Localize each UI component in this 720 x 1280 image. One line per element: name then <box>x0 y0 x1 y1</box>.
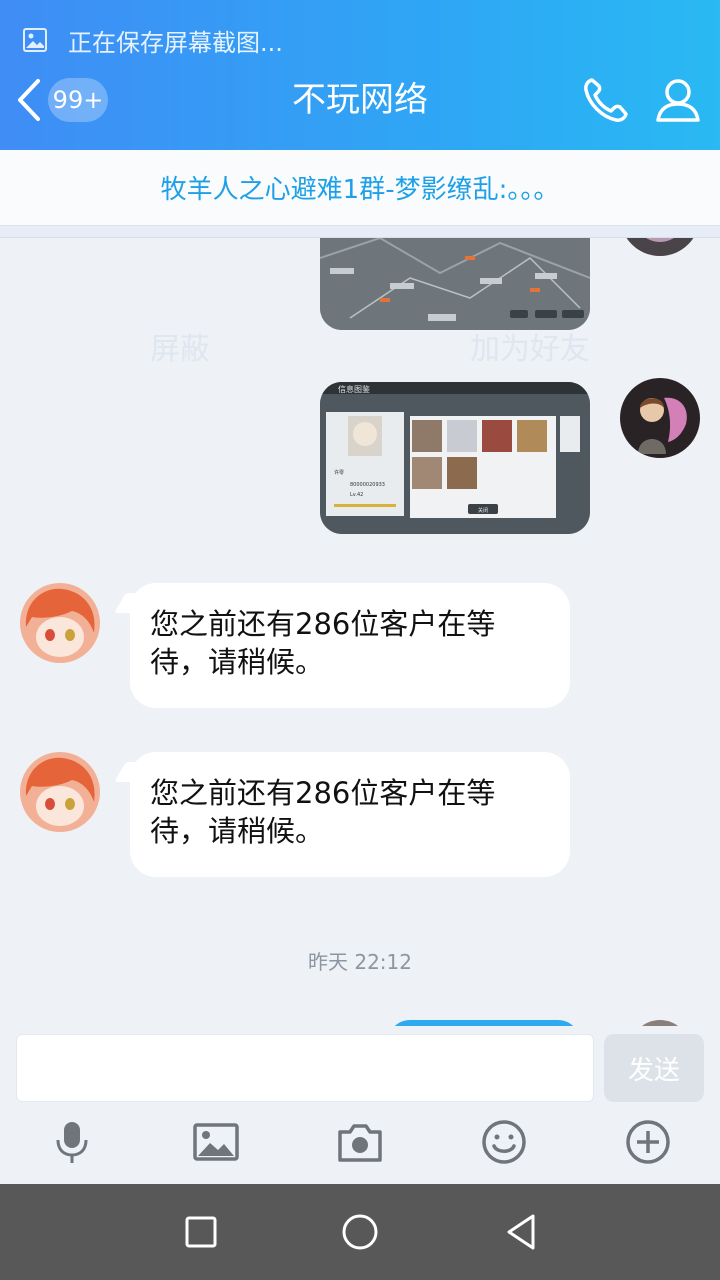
message-input[interactable] <box>16 1034 594 1102</box>
status-bar <box>0 0 720 14</box>
camera-button[interactable] <box>332 1114 388 1170</box>
notification-banner[interactable]: 屏蔽 加为好友 牧羊人之心避难1群-梦影缭乱:。。。 <box>0 150 720 367</box>
svg-text:80000020933: 80000020933 <box>350 482 385 488</box>
home-button[interactable] <box>334 1206 386 1258</box>
microphone-icon <box>56 1122 88 1163</box>
game-info-card-image: 信息图鉴 许零 80000020933 Lv.42 关闭 <box>320 382 590 534</box>
image-message[interactable] <box>320 238 590 330</box>
call-button[interactable] <box>578 72 634 128</box>
svg-text:许零: 许零 <box>334 469 344 476</box>
unread-badge[interactable]: 99+ <box>48 78 108 122</box>
svg-text:Lv.42: Lv.42 <box>350 492 363 498</box>
avatar-image <box>20 583 100 663</box>
avatar-self[interactable] <box>620 378 700 458</box>
message-bubble[interactable]: 您之前还有286位客户在等待，请稍候。 <box>130 583 570 708</box>
image-icon <box>193 1123 239 1161</box>
banner-text: 牧羊人之心避难1群-梦影缭乱:。。。 <box>160 175 560 205</box>
person-icon <box>656 79 700 122</box>
chevron-left-icon <box>18 79 40 121</box>
phone-icon <box>584 78 628 122</box>
screenshot-notice-text: 正在保存屏幕截图... <box>68 28 283 57</box>
game-map-image <box>320 238 590 330</box>
send-button[interactable]: 发送 <box>604 1034 704 1102</box>
more-button[interactable] <box>620 1114 676 1170</box>
circle-icon <box>342 1214 378 1250</box>
square-icon <box>185 1216 217 1248</box>
avatar-contact[interactable] <box>20 583 100 663</box>
svg-text:信息图鉴: 信息图鉴 <box>338 384 370 394</box>
message-text: 您之前还有286位客户在等待，请稍候。 <box>150 607 496 679</box>
back-nav-button[interactable] <box>495 1206 547 1258</box>
plus-icon <box>626 1120 670 1164</box>
image-message[interactable]: 信息图鉴 许零 80000020933 Lv.42 关闭 <box>320 382 590 534</box>
chat-header: 正在保存屏幕截图... 99+ 不玩网络 <box>0 0 720 150</box>
voice-button[interactable] <box>44 1114 100 1170</box>
input-bar: 发送 <box>0 1026 720 1186</box>
svg-text:关闭: 关闭 <box>478 507 488 514</box>
avatar-image <box>620 378 700 458</box>
message-text: 您之前还有286位客户在等待，请稍候。 <box>150 776 496 848</box>
message-bubble[interactable]: 您之前还有286位客户在等待，请稍候。 <box>130 752 570 877</box>
avatar-contact[interactable] <box>20 752 100 832</box>
image-button[interactable] <box>188 1114 244 1170</box>
page-title: 不玩网络 <box>292 80 428 120</box>
image-icon <box>23 28 47 52</box>
recents-button[interactable] <box>175 1206 227 1258</box>
emoji-icon <box>482 1120 526 1164</box>
avatar-image <box>620 238 700 256</box>
banner-shadow <box>0 226 720 238</box>
timestamp: 昨天 22:12 <box>308 950 412 974</box>
avatar-image <box>20 752 100 832</box>
camera-icon <box>338 1124 382 1162</box>
avatar-self[interactable] <box>620 238 700 256</box>
triangle-back-icon <box>507 1214 535 1250</box>
system-nav-bar <box>0 1184 720 1280</box>
emoji-button[interactable] <box>476 1114 532 1170</box>
back-button[interactable] <box>12 78 46 122</box>
profile-button[interactable] <box>650 72 706 128</box>
message-list[interactable]: 信息图鉴 许零 80000020933 Lv.42 关闭 您之前还有286位客户… <box>0 238 720 1028</box>
screenshot-notice: 正在保存屏幕截图... <box>22 22 283 58</box>
